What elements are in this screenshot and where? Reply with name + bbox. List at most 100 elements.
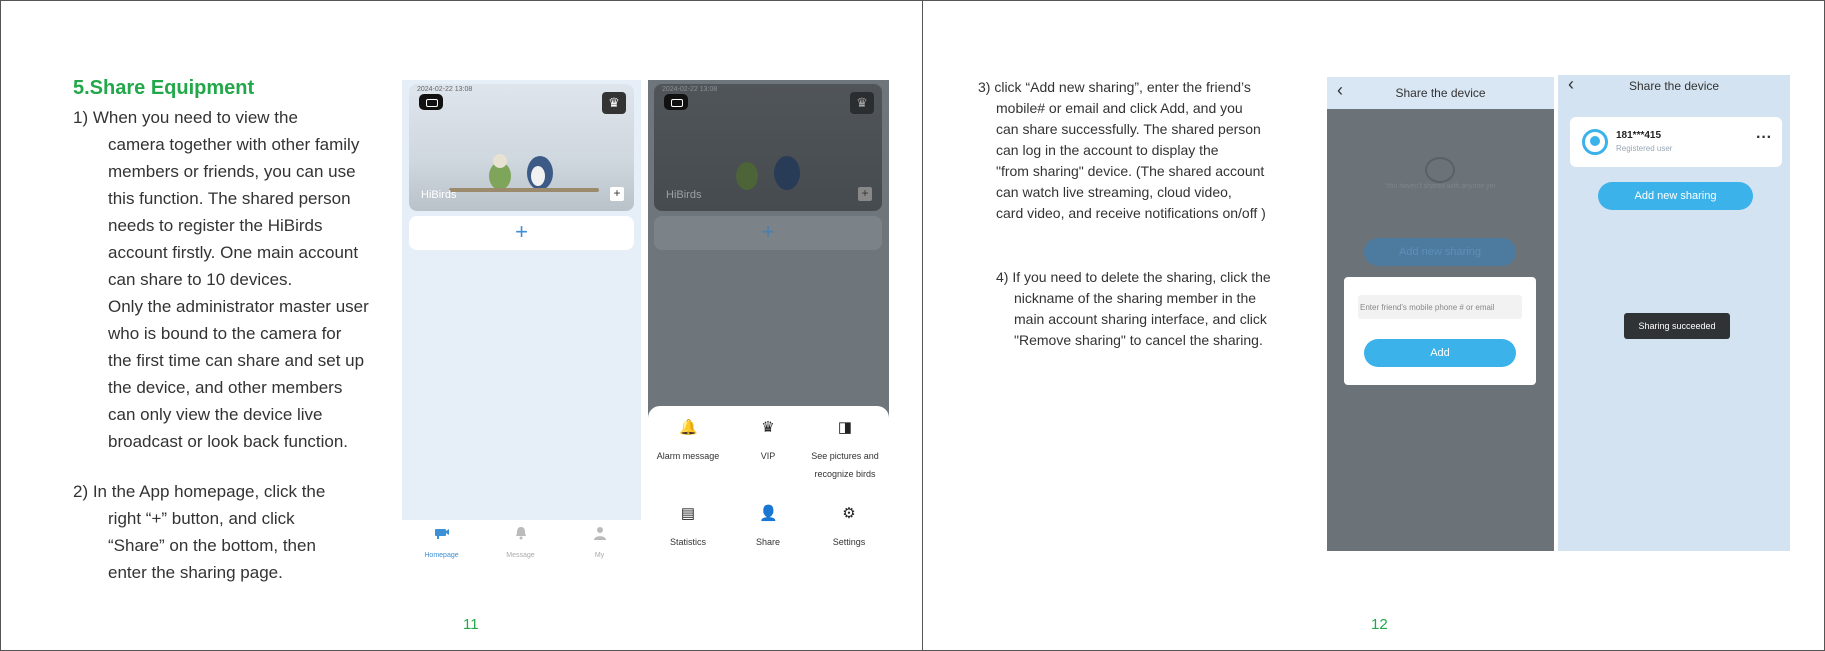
camera-card[interactable]: 2024-02-22 13:08 ♛ HiBirds + <box>409 84 634 211</box>
step-3-line: can watch live streaming, cloud video, <box>996 184 1232 200</box>
battery-icon <box>664 94 688 110</box>
menu-item-settings[interactable]: ⚙ Settings <box>809 506 889 550</box>
step-2-text: 2) In the App homepage, click the right … <box>73 478 413 586</box>
add-new-sharing-button[interactable]: Add new sharing <box>1598 182 1753 210</box>
nav-bar: ‹ Share the device <box>1327 77 1554 109</box>
empty-planet-icon <box>1425 157 1455 183</box>
more-options-icon[interactable]: ··· <box>1756 129 1772 147</box>
menu-item-label: Statistics <box>669 537 706 547</box>
tab-homepage[interactable]: Homepage <box>402 526 481 562</box>
crown-icon[interactable]: ♛ <box>602 92 626 114</box>
step-1-line: needs to register the HiBirds <box>108 216 323 235</box>
step-1-line: the first time can share and set up <box>108 351 365 370</box>
step-3-line: can log in the account to display the <box>996 142 1219 158</box>
step-4-text: 4) If you need to delete the sharing, cl… <box>996 267 1326 351</box>
add-device-button-dimmed: + <box>654 216 882 250</box>
step-4-line: nickname of the sharing member in the <box>1014 290 1257 306</box>
bird-figure <box>774 156 800 190</box>
share-success-screenshot: ‹ Share the device 181***415 Registered … <box>1558 75 1790 551</box>
camera-timestamp: 2024-02-22 13:08 <box>417 86 473 93</box>
bird-icon: ◨ <box>837 419 853 436</box>
document-icon: ▤ <box>680 505 696 522</box>
step-1-line: can share to 10 devices. <box>108 270 293 289</box>
friend-contact-input[interactable] <box>1358 295 1522 319</box>
camera-card-dimmed: 2024-02-22 13:08 ♛ HiBirds + <box>654 84 882 211</box>
menu-item-label: Share <box>755 537 781 547</box>
gear-icon: ⚙ <box>842 505 856 522</box>
menu-item-statistics[interactable]: ▤ Statistics <box>648 506 728 550</box>
camera-plus-button: + <box>858 187 872 201</box>
tab-label: Message <box>506 552 535 559</box>
step-1-line: 1) When you need to view the <box>73 108 298 127</box>
step-2-line: 2) In the App homepage, click the <box>73 482 326 501</box>
step-1-line: this function. The shared person <box>108 189 351 208</box>
step-1-line: the device, and other members <box>108 378 343 397</box>
step-2-line: right “+” button, and click <box>108 509 295 528</box>
camera-name: HiBirds <box>666 189 702 201</box>
bottom-tab-bar: Homepage Message My <box>402 520 641 566</box>
shared-user-phone: 181***415 <box>1616 130 1662 141</box>
step-4-line: 4) If you need to delete the sharing, cl… <box>996 269 1271 285</box>
add-button[interactable]: Add <box>1364 339 1516 367</box>
add-new-sharing-button-dimmed: Add new sharing <box>1364 238 1516 266</box>
homepage-screenshot: 2024-02-22 13:08 ♛ HiBirds + + Homepage <box>402 80 641 566</box>
step-1-line: Only the administrator master user <box>108 297 369 316</box>
screen-title: Share the device <box>1395 86 1486 100</box>
menu-item-share[interactable]: 👤 Share <box>728 506 808 550</box>
crown-icon: ♛ <box>850 92 874 114</box>
step-1-line: broadcast or look back function. <box>108 432 349 451</box>
perch <box>449 188 599 192</box>
toast-message: Sharing succeeded <box>1624 313 1730 339</box>
menu-item-vip[interactable]: ♛ VIP <box>728 420 808 464</box>
step-4-line: main account sharing interface, and clic… <box>1014 311 1267 327</box>
tab-label: Homepage <box>424 552 459 559</box>
menu-item-label: VIP <box>760 451 776 461</box>
add-device-button[interactable]: + <box>409 216 634 250</box>
menu-item-recognize-birds[interactable]: ◨ See pictures and recognize birds <box>809 420 881 482</box>
step-3-text: 3) click “Add new sharing”, enter the fr… <box>978 77 1318 224</box>
screen-title: Share the device <box>1628 79 1720 93</box>
device-action-sheet: 🔔 Alarm message ♛ VIP ◨ See pictures and… <box>648 406 889 566</box>
step-3-line: mobile# or email and click Add, and you <box>996 100 1243 116</box>
page-left: 5.Share Equipment 1) When you need to vi… <box>1 1 923 651</box>
camera-timestamp: 2024-02-22 13:08 <box>662 86 718 93</box>
page-number: 12 <box>1371 616 1388 633</box>
tab-label: My <box>594 552 605 559</box>
step-3-line: 3) click “Add new sharing”, enter the fr… <box>978 79 1251 95</box>
menu-item-label: See pictures and recognize birds <box>811 451 879 479</box>
step-2-line: “Share” on the bottom, then <box>108 536 316 555</box>
step-1-text: 1) When you need to view the camera toge… <box>73 104 413 455</box>
empty-state-text: You haven't shared with anyone yet <box>1385 183 1496 190</box>
bird-figure <box>531 166 545 186</box>
manual-spread: 5.Share Equipment 1) When you need to vi… <box>0 0 1825 651</box>
add-person-icon: 👤 <box>759 505 778 522</box>
step-1-line: camera together with other family <box>108 135 360 154</box>
bird-figure <box>493 154 507 168</box>
step-1-line: account firstly. One main account <box>108 243 359 262</box>
bird-figure <box>736 162 758 190</box>
page-number: 11 <box>463 616 479 633</box>
camera-plus-button[interactable]: + <box>610 187 624 201</box>
crown-icon: ♛ <box>761 419 775 436</box>
avatar <box>1582 129 1608 155</box>
step-3-line: "from sharing" device. (The shared accou… <box>996 163 1265 179</box>
step-2-line: enter the sharing page. <box>108 563 283 582</box>
step-1-line: members or friends, you can use <box>108 162 356 181</box>
menu-item-alarm-message[interactable]: 🔔 Alarm message <box>648 420 728 464</box>
tab-my[interactable]: My <box>560 526 639 562</box>
share-dialog-screenshot: ‹ Share the device You haven't shared wi… <box>1327 77 1554 551</box>
tab-message[interactable]: Message <box>481 526 560 562</box>
shared-user-card[interactable]: 181***415 Registered user ··· <box>1570 117 1782 167</box>
person-icon <box>593 527 606 540</box>
battery-icon <box>419 94 443 110</box>
bell-icon: 🔔 <box>679 419 698 436</box>
menu-item-label: Alarm message <box>656 451 720 461</box>
share-dialog: Add <box>1344 277 1536 385</box>
step-3-line: card video, and receive notifications on… <box>996 205 1266 221</box>
step-3-line: can share successfully. The shared perso… <box>996 121 1261 137</box>
step-1-line: who is bound to the camera for <box>108 324 342 343</box>
camera-name: HiBirds <box>421 189 457 201</box>
camera-icon <box>434 529 449 539</box>
step-1-line: can only view the device live <box>108 405 323 424</box>
nav-bar: ‹ Share the device <box>1558 75 1790 99</box>
